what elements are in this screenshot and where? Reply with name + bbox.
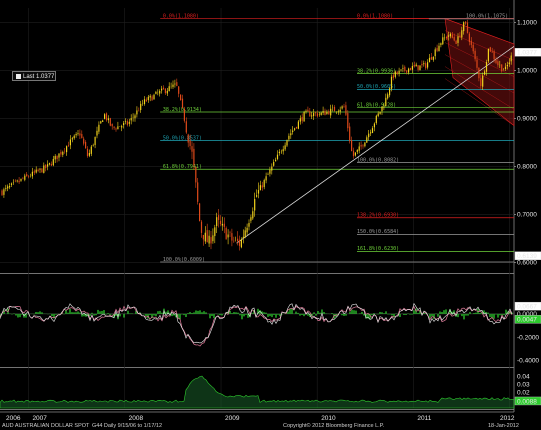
fib-level-label: 0.0%(1.1080) bbox=[357, 13, 393, 19]
y-tick-label: 1.0000 bbox=[517, 68, 537, 75]
vol-marker: 0.0088 bbox=[517, 398, 537, 405]
bloomberg-aud-chart: 0.0%(1.1080)38.2%(0.9134)50.0%(0.8537)61… bbox=[0, 0, 541, 430]
fib-level-label: 38.2%(0.9936) bbox=[357, 68, 396, 74]
vol-tick-label: 0.04 bbox=[517, 373, 530, 380]
osc-marker-2: 0.0047 bbox=[517, 317, 537, 324]
footer-instrument: AUD AUSTRALIAN DOLLAR SPOT bbox=[2, 423, 90, 429]
last-price-legend: Last 1.0377 bbox=[12, 71, 56, 81]
footer-date: 18-Jan-2012 bbox=[488, 423, 519, 429]
y-tick-label: 0.6000 bbox=[517, 260, 537, 267]
x-tick-label: 2011 bbox=[417, 415, 431, 422]
footer-copyright: Copyright© 2012 Bloomberg Finance L.P. bbox=[283, 422, 385, 429]
vol-tick-label: 0.03 bbox=[517, 381, 530, 388]
fib-level-label: 0.0%(1.1080) bbox=[163, 13, 199, 19]
x-tick-label: 2012 bbox=[500, 415, 515, 422]
low-price-marker: 0.6139 bbox=[517, 253, 537, 260]
y-tick-label: 0.7000 bbox=[517, 212, 537, 219]
x-tick-label: 2007 bbox=[32, 415, 47, 422]
x-tick-label: 2010 bbox=[321, 415, 336, 422]
x-tick-label: 2006 bbox=[6, 415, 21, 422]
x-tick-label: 2009 bbox=[225, 415, 240, 422]
fib-level-label: 61.8%(0.9228) bbox=[357, 102, 396, 108]
fib-level-label: 100.0%(0.8082) bbox=[357, 157, 399, 163]
y-tick-label: 0.9000 bbox=[517, 116, 537, 123]
osc-marker-1: 0.0667 bbox=[517, 303, 537, 310]
vol-tick-label: 0.02 bbox=[517, 389, 530, 396]
fib-level-label: 100.0%(0.6009) bbox=[163, 257, 205, 263]
legend-last-label: Last bbox=[23, 74, 35, 80]
fib-level-label: 150.0%(0.6584) bbox=[357, 229, 399, 235]
fib-level-label: 50.0%(0.8537) bbox=[163, 135, 202, 141]
fib-level-label: 50.0%(0.9605) bbox=[357, 84, 396, 90]
footer-mode: G44 Daily 9/15/06 to 1/17/12 bbox=[92, 423, 162, 429]
fib-level-label: 161.8%(0.6230) bbox=[357, 246, 399, 252]
legend-last-value: 1.0377 bbox=[36, 74, 55, 80]
y-tick-label: 1.1000 bbox=[517, 20, 537, 27]
legend-square-icon bbox=[16, 73, 21, 79]
osc-tick-label: -0.2000 bbox=[517, 334, 539, 341]
x-tick-label: 2008 bbox=[129, 415, 144, 422]
y-tick-label: 0.8000 bbox=[517, 164, 537, 171]
last-price-marker: 1.0377 bbox=[517, 50, 537, 57]
fib-level-label: 138.2%(0.6930) bbox=[357, 213, 399, 219]
osc-tick-label: -0.4000 bbox=[517, 358, 539, 365]
